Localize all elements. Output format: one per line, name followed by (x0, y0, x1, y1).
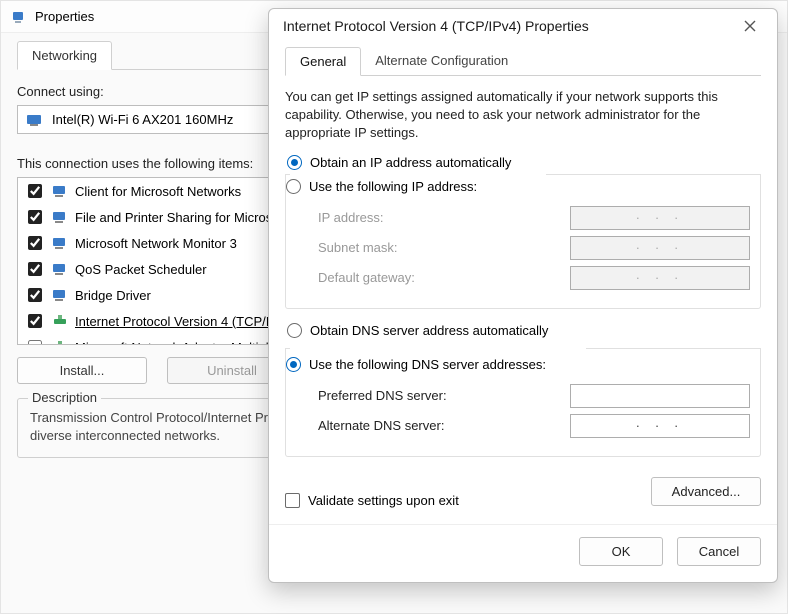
list-item-checkbox[interactable] (28, 236, 42, 250)
list-item-label: QoS Packet Scheduler (75, 262, 207, 277)
dialog-tab-strip: General Alternate Configuration (285, 47, 761, 76)
tab-general[interactable]: General (285, 47, 361, 76)
dialog-footer: OK Cancel (269, 524, 777, 582)
tab-networking[interactable]: Networking (17, 41, 112, 70)
list-item-checkbox[interactable] (28, 210, 42, 224)
radio-ip-manual-label: Use the following IP address: (309, 179, 477, 194)
validate-label: Validate settings upon exit (308, 493, 459, 508)
network-component-icon (51, 208, 69, 226)
alternate-dns-field[interactable]: . . . (570, 414, 750, 438)
radio-dns-manual-label: Use the following DNS server addresses: (309, 357, 546, 372)
network-component-icon (51, 286, 69, 304)
list-item-label: Bridge Driver (75, 288, 151, 303)
adapter-name: Intel(R) Wi-Fi 6 AX201 160MHz (52, 112, 233, 127)
list-item-checkbox[interactable] (28, 314, 42, 328)
advanced-button[interactable]: Advanced... (651, 477, 761, 506)
dialog-title: Internet Protocol Version 4 (TCP/IPv4) P… (283, 18, 589, 34)
install-button[interactable]: Install... (17, 357, 147, 384)
dns-manual-group: Use the following DNS server addresses: … (285, 348, 761, 457)
subnet-mask-field: . . . (570, 236, 750, 260)
list-item-label: Internet Protocol Version 4 (TCP/IPv4) (75, 314, 296, 329)
intro-text: You can get IP settings assigned automat… (285, 88, 761, 143)
list-item-checkbox[interactable] (28, 184, 42, 198)
adapter-properties-icon (11, 9, 27, 25)
list-item-label: Client for Microsoft Networks (75, 184, 241, 199)
protocol-icon (51, 338, 69, 345)
list-item-checkbox[interactable] (28, 288, 42, 302)
close-icon[interactable] (733, 11, 767, 41)
nic-icon (26, 113, 44, 127)
radio-ip-manual[interactable] (286, 179, 301, 194)
alternate-dns-label: Alternate DNS server: (318, 418, 488, 433)
preferred-dns-field[interactable] (570, 384, 750, 408)
network-component-icon (51, 260, 69, 278)
default-gateway-label: Default gateway: (318, 270, 488, 285)
default-gateway-field: . . . (570, 266, 750, 290)
validate-checkbox[interactable] (285, 493, 300, 508)
preferred-dns-label: Preferred DNS server: (318, 388, 488, 403)
radio-dns-auto-label: Obtain DNS server address automatically (310, 323, 548, 338)
ok-button[interactable]: OK (579, 537, 663, 566)
dialog-titlebar: Internet Protocol Version 4 (TCP/IPv4) P… (269, 9, 777, 43)
tab-alternate-configuration[interactable]: Alternate Configuration (361, 47, 522, 75)
list-item-label: Microsoft Network Monitor 3 (75, 236, 237, 251)
radio-ip-auto-label: Obtain an IP address automatically (310, 155, 511, 170)
radio-dns-manual[interactable] (286, 357, 301, 372)
radio-dns-auto[interactable] (287, 323, 302, 338)
ip-address-label: IP address: (318, 210, 488, 225)
subnet-mask-label: Subnet mask: (318, 240, 488, 255)
network-component-icon (51, 234, 69, 252)
list-item-checkbox[interactable] (28, 262, 42, 276)
radio-ip-auto[interactable] (287, 155, 302, 170)
ip-address-field: . . . (570, 206, 750, 230)
ipv4-properties-dialog: Internet Protocol Version 4 (TCP/IPv4) P… (268, 8, 778, 583)
description-heading: Description (28, 390, 101, 405)
list-item-checkbox[interactable] (28, 340, 42, 345)
ip-manual-group: Use the following IP address: IP address… (285, 174, 761, 309)
parent-title: Properties (35, 9, 94, 24)
cancel-button[interactable]: Cancel (677, 537, 761, 566)
protocol-icon (51, 312, 69, 330)
network-component-icon (51, 182, 69, 200)
